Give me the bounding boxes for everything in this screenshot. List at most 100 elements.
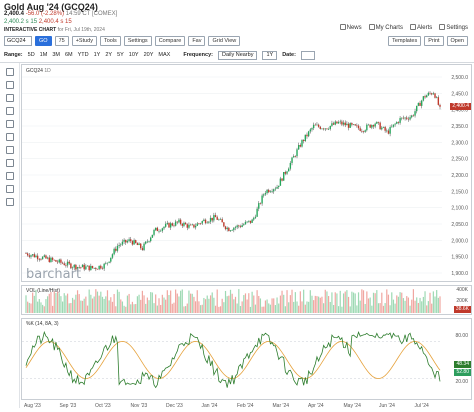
volume-bar: [371, 305, 373, 313]
volume-bar: [386, 289, 388, 313]
fibonacci-icon[interactable]: [6, 120, 14, 128]
trash-icon[interactable]: [6, 198, 14, 206]
volume-bar: [126, 295, 129, 313]
volume-bar: [95, 289, 97, 313]
volume-bar: [264, 300, 267, 313]
range-option-5d[interactable]: 5D: [28, 52, 35, 58]
range-option-6m[interactable]: 6M: [65, 52, 73, 58]
settings-link[interactable]: Settings: [439, 24, 468, 31]
go-button[interactable]: GO: [35, 36, 52, 46]
grid-view-button[interactable]: Grid View: [208, 36, 241, 46]
trendline-icon[interactable]: [6, 81, 14, 89]
range-option-2y[interactable]: 2Y: [105, 52, 112, 58]
range-label: Range:: [4, 52, 23, 58]
study-button[interactable]: +Study: [71, 36, 97, 46]
candle-body: [278, 185, 280, 188]
candle-body: [135, 240, 137, 244]
zoom-icon[interactable]: [6, 172, 14, 180]
range-option-5y[interactable]: 5Y: [117, 52, 124, 58]
period-select[interactable]: 1Y: [262, 50, 278, 60]
settings-button[interactable]: Settings: [123, 36, 152, 46]
candle-body: [181, 223, 183, 226]
volume-bar: [289, 295, 291, 313]
range-option-20y[interactable]: 20Y: [144, 52, 154, 58]
candle-body: [145, 241, 147, 244]
ray-icon[interactable]: [6, 94, 14, 102]
print-button[interactable]: Print: [424, 36, 444, 46]
candle-body: [151, 234, 154, 238]
templates-button[interactable]: Templates: [388, 36, 422, 46]
candle-body: [256, 208, 258, 217]
price-panel[interactable]: GCQ24 1D 2,500.0 2,450.0 2,400.0 2,350.0 2,3…: [21, 64, 472, 282]
open-button[interactable]: Open: [446, 36, 468, 46]
candle-body: [435, 97, 438, 98]
volume-bar: [374, 293, 376, 313]
candle-body: [381, 127, 383, 130]
range-option-3m[interactable]: 3M: [52, 52, 60, 58]
news-icon: [339, 24, 346, 30]
alerts-link[interactable]: Alerts: [409, 24, 432, 31]
candle-body: [111, 254, 114, 258]
volume-bar: [125, 306, 127, 313]
crosshair-icon[interactable]: [6, 68, 14, 76]
candle-body: [206, 222, 208, 224]
volume-bar: [421, 301, 423, 313]
volume-bar: [218, 306, 220, 313]
date-picker[interactable]: [300, 50, 315, 60]
my-charts-link[interactable]: My Charts: [368, 24, 403, 31]
volume-bar: [216, 289, 218, 313]
candle-body: [38, 259, 41, 260]
volume-bar: [407, 297, 410, 313]
range-option-1m[interactable]: 1M: [40, 52, 48, 58]
volume-bar: [431, 303, 433, 313]
magnet-icon[interactable]: [6, 159, 14, 167]
candle-body: [28, 255, 31, 257]
measure-icon[interactable]: [6, 146, 14, 154]
tools-button[interactable]: Tools: [99, 36, 121, 46]
x-axis-label: Jan '24: [201, 403, 218, 409]
volume-bar: [404, 300, 406, 313]
range-option-ytd[interactable]: YTD: [78, 52, 89, 58]
volume-bar: [406, 296, 408, 313]
candle-body: [35, 255, 37, 258]
volume-bar: [131, 301, 134, 313]
volume-bar: [40, 302, 42, 313]
candle-body: [258, 203, 260, 209]
shape-icon[interactable]: [6, 107, 14, 115]
stochastic-chart: [22, 330, 442, 389]
volume-bar: [138, 294, 140, 313]
eye-icon[interactable]: [6, 185, 14, 193]
stochastic-panel[interactable]: %K (14, 8A, 3) 80.00 20.00 48.34 52.80: [21, 318, 472, 400]
volume-bar: [409, 305, 411, 313]
volume-bar: [244, 293, 247, 313]
candle-body: [91, 265, 94, 269]
candle-body: [266, 189, 268, 194]
candle-body: [384, 126, 386, 131]
candle-body: [391, 126, 393, 128]
volume-bar: [319, 297, 321, 313]
volume-bar: [80, 300, 82, 313]
candle-body: [342, 122, 345, 125]
range-option-1y[interactable]: 1Y: [94, 52, 101, 58]
barchart-logo: barchart: [26, 267, 82, 282]
range-option-10y[interactable]: 10Y: [129, 52, 139, 58]
volume-bar: [313, 300, 315, 313]
volume-bar: [429, 292, 431, 313]
volume-bar: [43, 306, 45, 313]
text-icon[interactable]: [6, 133, 14, 141]
symbol-toggle[interactable]: 75: [54, 36, 69, 46]
symbol-input[interactable]: GCQ24: [4, 36, 32, 46]
range-option-max[interactable]: MAX: [158, 52, 170, 58]
volume-bar: [279, 295, 281, 313]
volume-bar: [382, 305, 385, 313]
candle-body: [229, 230, 232, 232]
volume-panel[interactable]: VOL (Line/Hist) 400K 200K 38.6K: [21, 285, 472, 315]
volume-bar: [339, 290, 341, 313]
frequency-select[interactable]: Daily Nearby: [217, 50, 258, 60]
volume-bar: [223, 302, 225, 313]
news-link[interactable]: News: [339, 24, 362, 31]
volume-bar: [401, 292, 403, 313]
compare-button[interactable]: Compare: [154, 36, 186, 46]
candle-body: [389, 127, 391, 134]
fav-button[interactable]: Fav: [188, 36, 206, 46]
